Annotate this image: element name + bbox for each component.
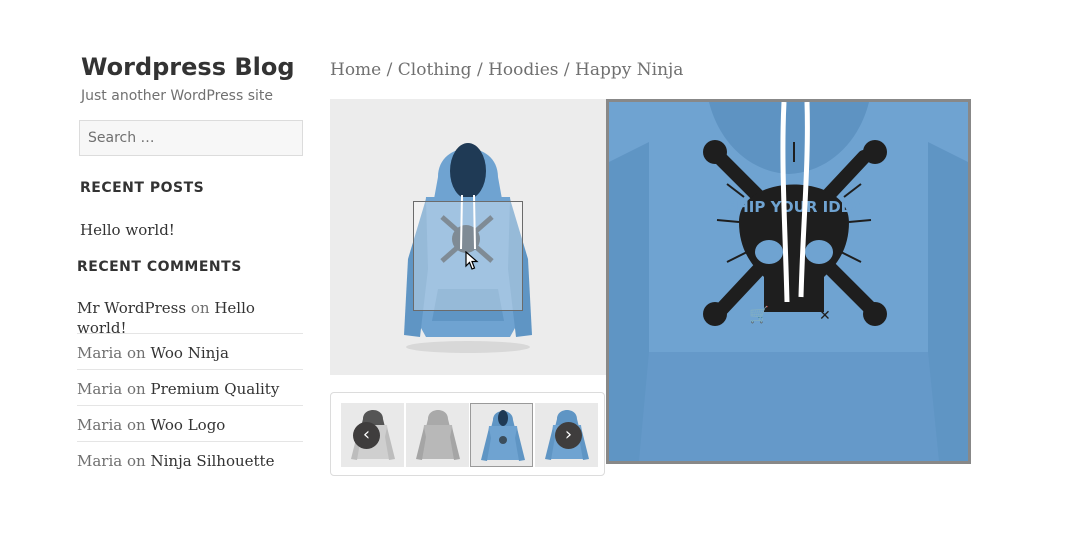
comment-on-word: on xyxy=(127,416,146,434)
thumbnail-2[interactable] xyxy=(406,403,469,467)
svg-text:🛒: 🛒 xyxy=(749,305,769,324)
list-item: Mr WordPress on Hello world! xyxy=(77,298,303,337)
recent-comments-list: Mr WordPress on Hello world! Maria on Wo… xyxy=(77,298,303,478)
carousel-prev-button[interactable]: ‹ xyxy=(353,422,380,449)
comment-post-link[interactable]: Ninja Silhouette xyxy=(150,452,274,470)
comment-post-link[interactable]: Woo Logo xyxy=(150,416,225,434)
list-item: Maria on Ninja Silhouette xyxy=(77,442,303,478)
carousel-next-button[interactable]: › xyxy=(555,422,582,449)
comment-author-link[interactable]: Mr WordPress xyxy=(77,299,186,317)
svg-text:✕: ✕ xyxy=(819,308,831,324)
breadcrumb-current: Happy Ninja xyxy=(575,60,684,80)
graphic-lettering: SHIP YOUR IDEA xyxy=(725,198,862,216)
hoodie-thumbnail-blue xyxy=(481,410,525,461)
recent-post-link[interactable]: Hello world! xyxy=(80,221,305,239)
product-main-image[interactable] xyxy=(330,99,606,375)
comment-on-word: on xyxy=(190,299,210,317)
breadcrumb-separator: / xyxy=(386,60,393,80)
site-title[interactable]: Wordpress Blog xyxy=(81,50,305,84)
comment-on-word: on xyxy=(127,344,146,362)
comment-author: Maria xyxy=(77,344,123,362)
mouse-cursor-icon xyxy=(465,251,479,270)
thumbnail-carousel: ‹ › xyxy=(330,392,605,476)
comment-author: Maria xyxy=(77,452,123,470)
zoom-window: SHIP YOUR IDEA 🛒 ✕ xyxy=(606,99,971,464)
comment-on-word: on xyxy=(127,380,146,398)
recent-posts-title: RECENT POSTS xyxy=(80,180,205,196)
hoodie-thumbnail-gray-back xyxy=(416,410,460,460)
list-item: Maria on Woo Logo xyxy=(77,406,303,442)
breadcrumb-clothing[interactable]: Clothing xyxy=(398,60,472,80)
site-description: Just another WordPress site xyxy=(81,88,274,104)
breadcrumb-home[interactable]: Home xyxy=(330,60,381,80)
breadcrumb-separator: / xyxy=(563,60,570,80)
thumbnail-3[interactable] xyxy=(470,403,533,467)
breadcrumb: Home / Clothing / Hoodies / Happy Ninja xyxy=(330,60,683,80)
recent-comments-title: RECENT COMMENTS xyxy=(77,259,242,275)
zoomed-hoodie-image: SHIP YOUR IDEA 🛒 ✕ xyxy=(609,102,968,461)
list-item: Maria on Woo Ninja xyxy=(77,334,303,370)
comment-author: Maria xyxy=(77,416,123,434)
breadcrumb-hoodies[interactable]: Hoodies xyxy=(488,60,558,80)
sidebar: Wordpress Blog Just another WordPress si… xyxy=(77,50,305,478)
list-item: Maria on Premium Quality xyxy=(77,370,303,406)
comment-on-word: on xyxy=(127,452,146,470)
comment-post-link[interactable]: Premium Quality xyxy=(150,380,279,398)
comment-author: Maria xyxy=(77,380,123,398)
search-input[interactable] xyxy=(79,120,303,156)
comment-post-link[interactable]: Woo Ninja xyxy=(150,344,228,362)
breadcrumb-separator: / xyxy=(476,60,483,80)
